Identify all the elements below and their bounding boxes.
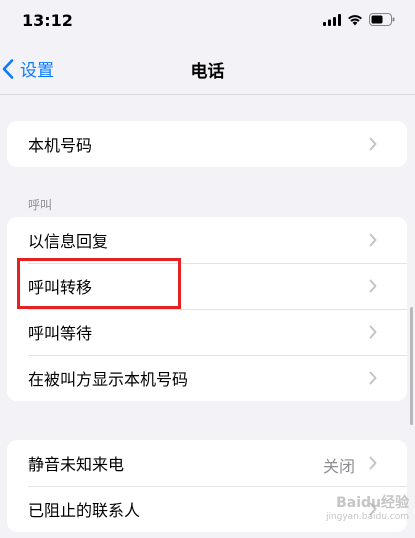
chevron-right-icon [369,233,377,247]
watermark: Baidu经验 jingyan.baidu.com [326,492,409,522]
cellular-signal-icon [323,13,341,26]
highlight-box [17,258,181,309]
list-item-silence-unknown-callers[interactable]: 静音未知来电 关闭 [7,440,407,486]
section-header-calls: 呼叫 [28,198,53,212]
calls-group: 以信息回复 呼叫转移 呼叫等待 在被叫方显示本机号码 [7,217,407,401]
list-item-my-number[interactable]: 本机号码 [7,121,407,167]
chevron-right-icon [369,456,377,470]
list-item-label: 在被叫方显示本机号码 [28,370,189,389]
list-item-label: 本机号码 [28,136,93,155]
list-item-show-caller-id[interactable]: 在被叫方显示本机号码 [7,355,407,401]
status-icons [323,13,395,26]
list-item-label: 静音未知来电 [28,455,125,474]
chevron-right-icon [369,137,377,151]
status-bar: 13:12 [0,0,415,44]
list-item-value: 关闭 [322,457,355,476]
chevron-right-icon [369,371,377,385]
watermark-url: jingyan.baidu.com [325,512,409,522]
list-item-label: 呼叫等待 [28,324,93,343]
list-item-call-waiting[interactable]: 呼叫等待 [7,309,407,355]
page-title: 电话 [190,62,225,82]
chevron-right-icon [369,279,377,293]
my-number-group: 本机号码 [7,121,407,167]
wifi-icon [348,14,362,25]
battery-icon [369,13,395,26]
status-time: 13:12 [22,11,73,30]
list-item-respond-with-text[interactable]: 以信息回复 [7,217,407,263]
chevron-right-icon [369,325,377,339]
list-item-label: 以信息回复 [28,232,109,251]
watermark-brand: Baidu经验 [336,495,409,511]
scrollbar[interactable] [410,307,413,425]
list-item-label: 已阻止的联系人 [28,501,141,520]
navigation-bar: 设置 电话 [0,44,415,95]
